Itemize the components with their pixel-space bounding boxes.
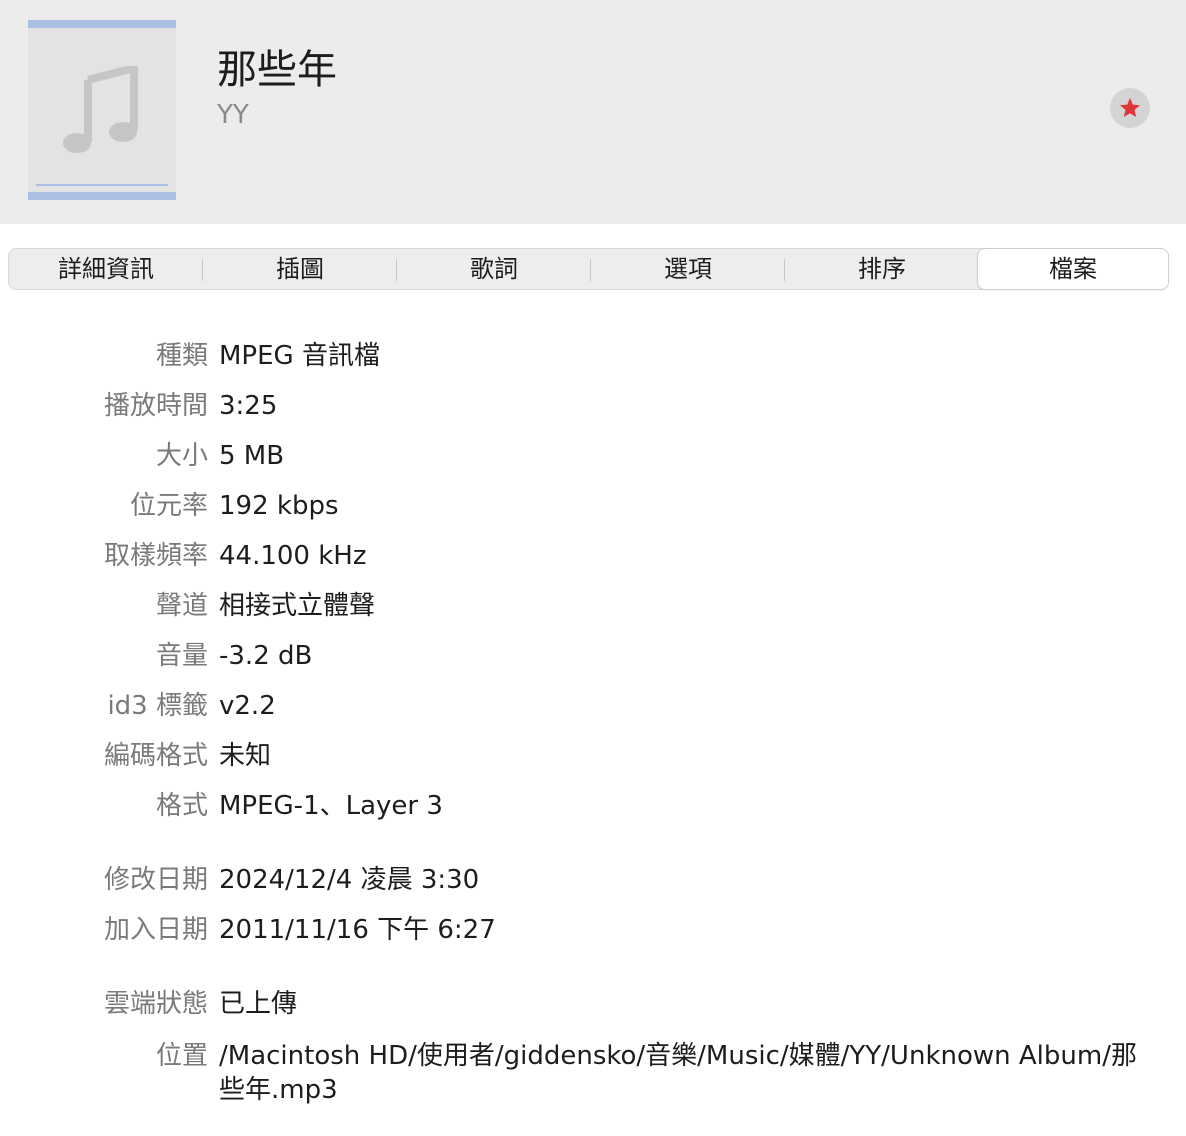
file-location-path[interactable]: /Macintosh HD/使用者/giddensko/音樂/Music/媒體/… xyxy=(219,1039,1159,1107)
music-note-icon xyxy=(63,66,138,153)
info-value: v2.2 xyxy=(219,691,276,721)
info-label: 音量 xyxy=(155,641,208,671)
tab-sorting[interactable]: 排序 xyxy=(785,249,979,289)
song-artist[interactable]: YY xyxy=(217,98,249,132)
artwork-gap-bottom xyxy=(36,186,168,192)
info-label: 雲端狀態 xyxy=(103,989,208,1019)
tab-lyrics[interactable]: 歌詞 xyxy=(397,249,591,289)
song-header: 那些年 YY xyxy=(0,0,1186,224)
info-label: 播放時間 xyxy=(103,391,208,421)
artwork-frame-top xyxy=(28,20,176,28)
info-label: id3 標籤 xyxy=(107,691,208,721)
info-label: 位置 xyxy=(155,1041,208,1071)
tab-options[interactable]: 選項 xyxy=(591,249,785,289)
tab-file[interactable]: 檔案 xyxy=(978,249,1168,289)
info-value: MPEG 音訊檔 xyxy=(219,341,380,371)
info-value: 2011/11/16 下午 6:27 xyxy=(219,915,496,945)
info-value: 3:25 xyxy=(219,391,278,421)
info-value: 未知 xyxy=(219,741,272,771)
album-artwork[interactable] xyxy=(28,20,176,200)
info-label: 位元率 xyxy=(129,491,208,521)
song-title[interactable]: 那些年 xyxy=(217,44,337,96)
info-value: 2024/12/4 凌晨 3:30 xyxy=(219,865,480,895)
artwork-gap-top xyxy=(36,28,168,34)
info-value: 相接式立體聲 xyxy=(219,591,376,621)
artwork-side-left xyxy=(28,28,36,192)
info-label: 加入日期 xyxy=(103,915,208,945)
info-value: -3.2 dB xyxy=(219,641,313,671)
star-icon xyxy=(1120,98,1140,117)
info-value: 已上傳 xyxy=(219,989,298,1019)
tab-details[interactable]: 詳細資訊 xyxy=(9,249,203,289)
info-label: 格式 xyxy=(155,791,208,821)
tab-bar: 詳細資訊 插圖 歌詞 選項 排序 檔案 xyxy=(8,248,1168,290)
favorite-button[interactable] xyxy=(1110,88,1150,128)
info-label: 種類 xyxy=(155,341,208,371)
info-value: MPEG-1、Layer 3 xyxy=(219,791,443,821)
info-label: 聲道 xyxy=(155,591,208,621)
tab-artwork[interactable]: 插圖 xyxy=(203,249,397,289)
info-label: 修改日期 xyxy=(103,865,208,895)
info-label: 編碼格式 xyxy=(103,741,208,771)
info-label: 取樣頻率 xyxy=(103,541,208,571)
info-value: 44.100 kHz xyxy=(219,541,367,571)
info-value: 5 MB xyxy=(219,441,285,471)
info-label: 大小 xyxy=(155,441,208,471)
artwork-side-right xyxy=(168,28,176,192)
info-value: 192 kbps xyxy=(219,491,339,521)
